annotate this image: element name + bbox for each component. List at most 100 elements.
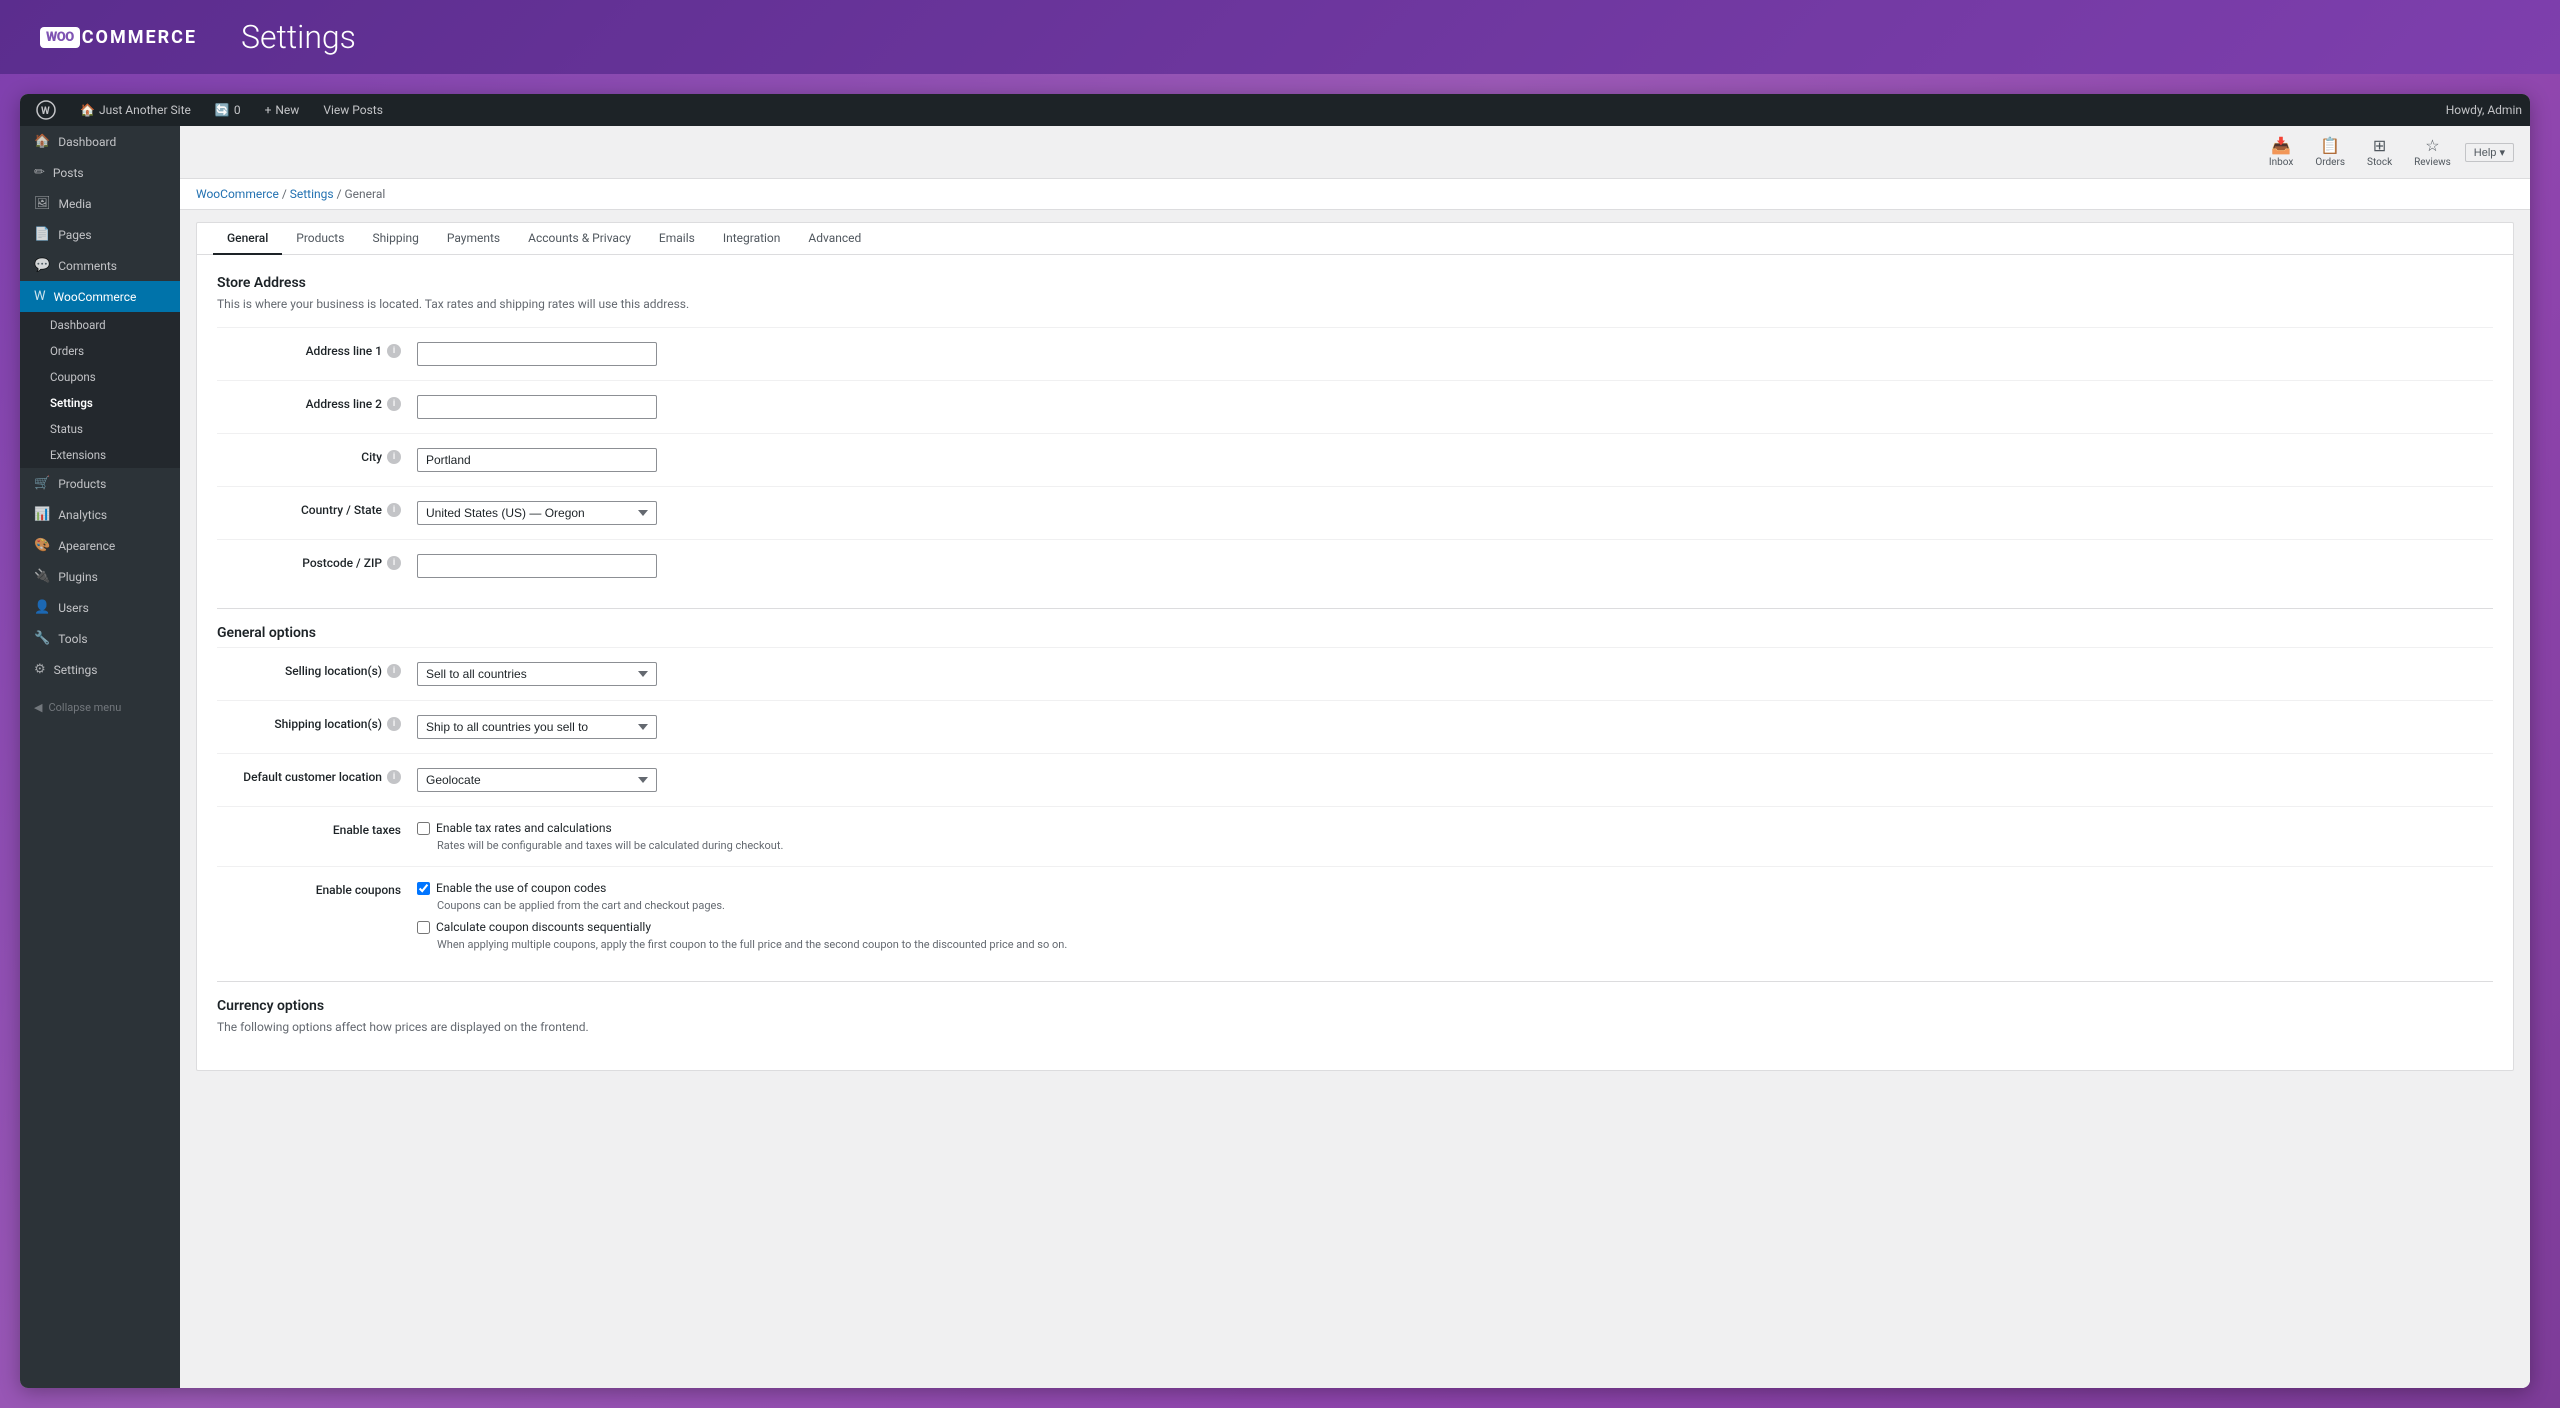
brand-logo: WOO COMMERCE [40,27,197,48]
breadcrumb-settings[interactable]: Settings [290,187,334,201]
enable-coupons-checkbox[interactable] [417,882,430,895]
tab-general[interactable]: General [213,223,282,255]
selling-label-cell: Selling location(s) i [217,656,417,678]
home-button[interactable]: 🏠 Just Another Site [72,94,199,126]
selling-locations-row: Selling location(s) i Sell to all countr… [217,647,2493,700]
pages-icon: 📄 [34,227,50,242]
tab-payments[interactable]: Payments [433,223,514,255]
city-value-cell [417,442,2493,478]
sidebar-item-pages[interactable]: 📄 Pages [20,219,180,250]
site-name: Just Another Site [99,103,191,117]
wp-logo-button[interactable]: W [28,94,64,126]
shipping-locations-select[interactable]: Ship to all countries you sell to Ship t… [417,715,657,739]
postcode-row: Postcode / ZIP i [217,539,2493,592]
tab-advanced[interactable]: Advanced [794,223,875,255]
tab-integration[interactable]: Integration [709,223,795,255]
updates-count: 0 [234,103,241,117]
collapse-menu-button[interactable]: ◀ Collapse menu [20,693,180,722]
selling-value-cell: Sell to all countries Sell to specific c… [417,656,2493,692]
customer-location-info-icon[interactable]: i [387,770,401,784]
address1-row: Address line 1 i [217,327,2493,380]
sidebar-item-wc-status[interactable]: Status [20,416,180,442]
country-select[interactable]: United States (US) — Oregon United Kingd… [417,501,657,525]
selling-info-icon[interactable]: i [387,664,401,678]
page-title: Settings [241,18,356,56]
woocommerce-submenu: Dashboard Orders Coupons Settings Status… [20,312,180,468]
reviews-icon: ☆ [2425,136,2439,155]
shipping-label-cell: Shipping location(s) i [217,709,417,731]
shipping-locations-row: Shipping location(s) i Ship to all count… [217,700,2493,753]
wp-topbar: W 🏠 Just Another Site 🔄 0 + New [20,94,2530,126]
breadcrumb-sep1: / [282,187,290,201]
city-info-icon[interactable]: i [387,450,401,464]
sidebar-item-analytics[interactable]: 📊 Analytics [20,499,180,530]
view-posts-button[interactable]: View Posts [315,94,391,126]
sidebar-item-dashboard[interactable]: 🏠 Dashboard [20,126,180,157]
orders-button[interactable]: 📋 Orders [2305,132,2355,172]
calculate-coupons-checkbox[interactable] [417,921,430,934]
enable-coupons-row: Enable coupons Enable the use of coupon … [217,866,2493,965]
selling-locations-select[interactable]: Sell to all countries Sell to specific c… [417,662,657,686]
postcode-info-icon[interactable]: i [387,556,401,570]
address1-input[interactable] [417,342,657,366]
enable-taxes-checkbox-label: Enable tax rates and calculations [436,821,612,835]
country-label-with-info: Country / State i [217,503,401,517]
tab-shipping[interactable]: Shipping [358,223,432,255]
sidebar-item-products[interactable]: 🛒 Products [20,468,180,499]
updates-icon: 🔄 [215,103,230,117]
reviews-button[interactable]: ☆ Reviews [2404,132,2461,172]
breadcrumb-bar: WooCommerce / Settings / General [180,179,2530,210]
settings-tabs: General Products Shipping Payments Accou… [197,223,2513,255]
country-label-cell: Country / State i [217,495,417,517]
address2-input[interactable] [417,395,657,419]
sidebar-item-label: Products [58,477,106,491]
stock-button[interactable]: ⊞ Stock [2357,132,2402,172]
city-label-with-info: City i [217,450,401,464]
address1-info-icon[interactable]: i [387,344,401,358]
sidebar-item-media[interactable]: 🖼 Media [20,188,180,219]
appearance-icon: 🎨 [34,538,50,553]
shipping-info-icon[interactable]: i [387,717,401,731]
address2-row: Address line 2 i [217,380,2493,433]
customer-location-row: Default customer location i Geolocate No… [217,753,2493,806]
tab-products[interactable]: Products [282,223,358,255]
sidebar-item-plugins[interactable]: 🔌 Plugins [20,561,180,592]
sidebar-item-settings[interactable]: ⚙ Settings [20,654,180,685]
breadcrumb-woocommerce[interactable]: WooCommerce [196,187,279,201]
sidebar-item-appearance[interactable]: 🎨 Apearence [20,530,180,561]
sidebar-item-woocommerce[interactable]: W WooCommerce [20,281,180,312]
sidebar-item-users[interactable]: 👤 Users [20,592,180,623]
section-divider-2 [217,981,2493,982]
reviews-label: Reviews [2414,157,2451,168]
section-divider-1 [217,608,2493,609]
new-button[interactable]: + New [257,94,308,126]
sidebar-item-wc-orders[interactable]: Orders [20,338,180,364]
city-input[interactable] [417,448,657,472]
address2-value-cell [417,389,2493,425]
store-address-desc: This is where your business is located. … [217,297,2493,311]
enable-taxes-row: Enable taxes Enable tax rates and calcul… [217,806,2493,866]
postcode-input[interactable] [417,554,657,578]
tools-icon: 🔧 [34,631,50,646]
analytics-icon: 📊 [34,507,50,522]
sidebar-item-wc-extensions[interactable]: Extensions [20,442,180,468]
sidebar-item-wc-coupons[interactable]: Coupons [20,364,180,390]
help-button[interactable]: Help ▾ [2465,143,2514,162]
tab-accounts[interactable]: Accounts & Privacy [514,223,645,255]
inbox-button[interactable]: 📥 Inbox [2259,132,2303,172]
sidebar-item-wc-settings[interactable]: Settings [20,390,180,416]
topbar-left: W 🏠 Just Another Site 🔄 0 + New [28,94,2442,126]
enable-taxes-checkbox[interactable] [417,822,430,835]
dashboard-icon: 🏠 [34,134,50,149]
address2-info-icon[interactable]: i [387,397,401,411]
sidebar-item-tools[interactable]: 🔧 Tools [20,623,180,654]
customer-location-select[interactable]: Geolocate No location by default Shop ba… [417,768,657,792]
sidebar-item-comments[interactable]: 💬 Comments [20,250,180,281]
country-info-icon[interactable]: i [387,503,401,517]
address1-label-cell: Address line 1 i [217,336,417,358]
tab-emails[interactable]: Emails [645,223,709,255]
sidebar-item-posts[interactable]: ✏ Posts [20,157,180,188]
sidebar-item-wc-dashboard[interactable]: Dashboard [20,312,180,338]
address2-label-with-info: Address line 2 i [217,397,401,411]
updates-button[interactable]: 🔄 0 [207,94,249,126]
